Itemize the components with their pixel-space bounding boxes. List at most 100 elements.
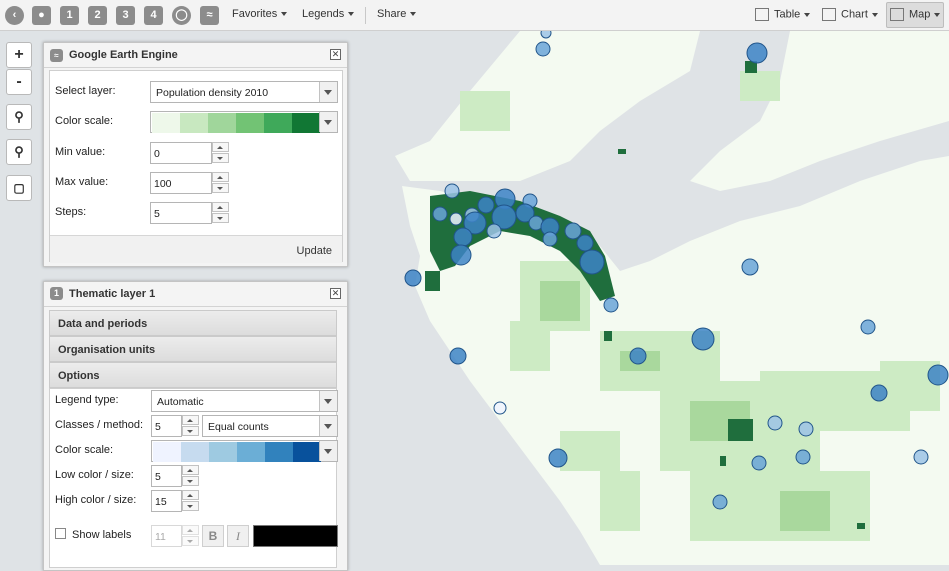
map-bubble[interactable]: [444, 183, 460, 199]
map-bubble[interactable]: [870, 384, 888, 402]
globe-icon[interactable]: ◯: [172, 6, 191, 25]
chevron-down-icon[interactable]: [319, 391, 337, 411]
map-bubble[interactable]: [751, 455, 767, 471]
chevron-up-icon[interactable]: [212, 142, 229, 152]
high-size-field[interactable]: 15: [151, 490, 199, 512]
map-bubble[interactable]: [746, 42, 768, 64]
max-value-stepper[interactable]: [212, 172, 229, 194]
chevron-down-icon[interactable]: [212, 213, 229, 223]
chevron-up-icon[interactable]: [182, 465, 199, 475]
share-menu[interactable]: Share: [377, 8, 417, 20]
classes-stepper[interactable]: [182, 415, 199, 437]
map-bubble[interactable]: [629, 347, 647, 365]
show-labels-checkbox[interactable]: [55, 528, 66, 539]
user-icon[interactable]: ●: [32, 6, 51, 25]
layer-3-button[interactable]: 3: [116, 6, 135, 25]
swatch: [237, 442, 265, 462]
low-size-stepper[interactable]: [182, 465, 199, 487]
close-icon[interactable]: ✕: [330, 288, 341, 299]
map-bubble[interactable]: [548, 448, 568, 468]
map-bubble[interactable]: [576, 234, 594, 252]
chevron-up-icon[interactable]: [212, 202, 229, 212]
chevron-down-icon[interactable]: [319, 441, 337, 461]
low-size-field[interactable]: 5: [151, 465, 199, 487]
map-bubble[interactable]: [540, 31, 552, 39]
chart-button[interactable]: Chart: [822, 8, 878, 21]
map-bubble[interactable]: [449, 347, 467, 365]
section-options[interactable]: Options: [49, 362, 337, 388]
select-layer-combo[interactable]: Population density 2010: [150, 81, 338, 103]
classes-field[interactable]: 5: [151, 415, 199, 437]
bold-button[interactable]: B: [202, 525, 224, 547]
map-bubble[interactable]: [450, 244, 472, 266]
map-bubble[interactable]: [542, 231, 558, 247]
update-button[interactable]: Update: [297, 245, 332, 257]
italic-button[interactable]: I: [227, 525, 249, 547]
method-combo[interactable]: Equal counts: [202, 415, 338, 437]
steps-stepper[interactable]: [212, 202, 229, 224]
chevron-down-icon: [182, 536, 199, 546]
map-bubble[interactable]: [767, 415, 783, 431]
low-size-value: 5: [155, 471, 161, 483]
map-bubble[interactable]: [795, 449, 811, 465]
map-button-label-group[interactable]: Map: [890, 8, 941, 21]
chevron-down-icon[interactable]: [212, 153, 229, 163]
gee-color-scale-combo[interactable]: [150, 111, 338, 133]
map-bubble[interactable]: [449, 212, 463, 226]
section-data-and-periods[interactable]: Data and periods: [49, 310, 337, 336]
min-value-field[interactable]: 0: [150, 142, 229, 164]
map-bubble[interactable]: [913, 449, 929, 465]
legend-type-combo[interactable]: Automatic: [151, 390, 338, 412]
back-icon[interactable]: ‹: [5, 6, 24, 25]
high-size-stepper[interactable]: [182, 490, 199, 512]
chevron-down-icon[interactable]: [182, 476, 199, 486]
map-bubble[interactable]: [741, 258, 759, 276]
earth-engine-icon[interactable]: ≈: [200, 6, 219, 25]
search-icon[interactable]: ⚲: [6, 139, 32, 165]
min-value-stepper[interactable]: [212, 142, 229, 164]
chevron-down-icon[interactable]: [319, 112, 337, 132]
map-bubble[interactable]: [860, 319, 876, 335]
map-bubble[interactable]: [579, 249, 605, 275]
map-bubble[interactable]: [432, 206, 448, 222]
thematic-color-scale-combo[interactable]: [151, 440, 338, 462]
chevron-down-icon[interactable]: [319, 82, 337, 102]
map-bubble[interactable]: [404, 269, 422, 287]
chevron-up-icon[interactable]: [212, 172, 229, 182]
chevron-down-icon[interactable]: [182, 426, 199, 436]
high-size-label: High color / size:: [55, 494, 137, 506]
chevron-down-icon[interactable]: [212, 183, 229, 193]
close-icon[interactable]: ✕: [330, 49, 341, 60]
legends-menu[interactable]: Legends: [302, 8, 355, 20]
layer-2-button[interactable]: 2: [88, 6, 107, 25]
label-color-picker[interactable]: [253, 525, 338, 547]
map-bubble[interactable]: [493, 401, 507, 415]
zoom-out-button[interactable]: -: [6, 69, 32, 95]
earth-engine-icon: ≈: [50, 49, 63, 62]
map-bubble[interactable]: [603, 297, 619, 313]
map-bubble[interactable]: [477, 196, 495, 214]
layer-1-button[interactable]: 1: [60, 6, 79, 25]
map-bubble[interactable]: [564, 222, 582, 240]
max-value-field[interactable]: 100: [150, 172, 229, 194]
chevron-up-icon[interactable]: [182, 490, 199, 500]
map-bubble[interactable]: [453, 227, 473, 247]
layer-4-button[interactable]: 4: [144, 6, 163, 25]
map-bubble[interactable]: [691, 327, 715, 351]
zoom-in-button[interactable]: +: [6, 42, 32, 68]
zoom-to-extent-icon[interactable]: ⚲: [6, 104, 32, 130]
chevron-down-icon[interactable]: [182, 501, 199, 511]
chevron-down-icon[interactable]: [319, 416, 337, 436]
map-bubble[interactable]: [486, 223, 502, 239]
table-button[interactable]: Table: [755, 8, 811, 21]
map-bubble[interactable]: [927, 364, 949, 386]
measure-icon[interactable]: ▢: [6, 175, 32, 201]
classes-value: 5: [155, 421, 161, 433]
steps-field[interactable]: 5: [150, 202, 229, 224]
map-bubble[interactable]: [535, 41, 551, 57]
map-bubble[interactable]: [798, 421, 814, 437]
chevron-up-icon[interactable]: [182, 415, 199, 425]
map-bubble[interactable]: [712, 494, 728, 510]
favorites-menu[interactable]: Favorites: [232, 8, 288, 20]
section-organisation-units[interactable]: Organisation units: [49, 336, 337, 362]
